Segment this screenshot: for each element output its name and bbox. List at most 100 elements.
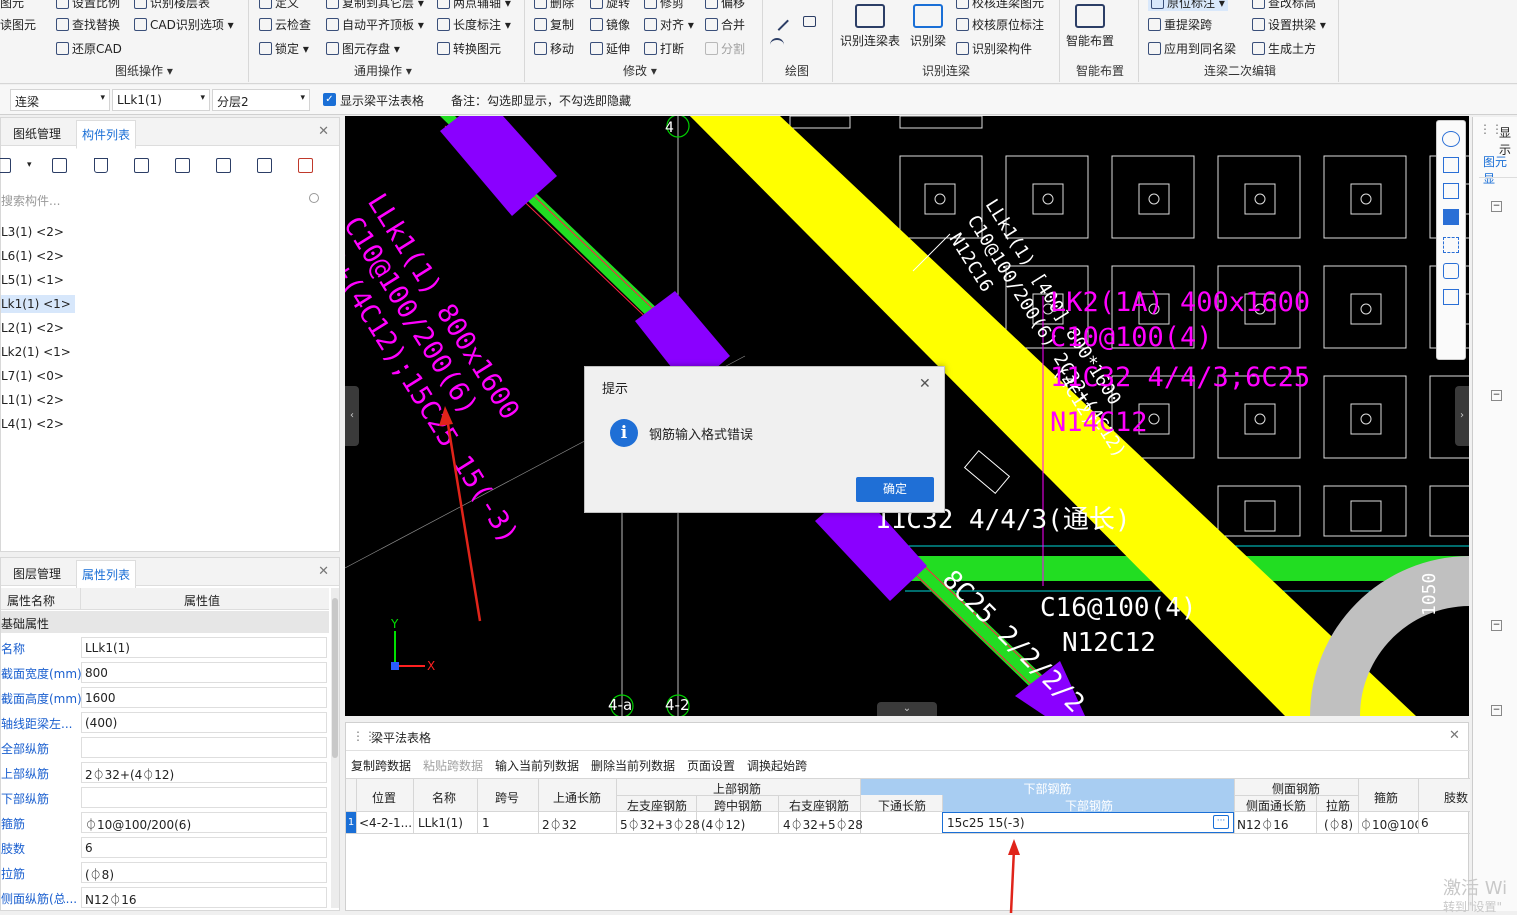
tab-property-list[interactable]: 属性列表 xyxy=(76,560,137,589)
scrollbar-thumb[interactable] xyxy=(332,598,338,758)
list-item[interactable]: L3(1) <2> xyxy=(1,223,64,241)
property-value-field[interactable]: 6 xyxy=(81,837,327,858)
auto-align-slab-button[interactable]: 自动平齐顶板 ▾ xyxy=(326,16,424,33)
cell-right-seat[interactable]: 4⏀32+5⏀28 xyxy=(783,816,863,833)
type-select[interactable]: 连梁 ▾ xyxy=(10,89,110,111)
solid-view-icon[interactable] xyxy=(1443,209,1459,225)
list-item[interactable]: L6(1) <2> xyxy=(1,247,64,265)
cell-pos[interactable]: <4-2-1... xyxy=(359,816,412,830)
property-value-field[interactable]: 2⏀32+(4⏀12) xyxy=(81,762,327,783)
read-element-button[interactable]: 读图元 xyxy=(0,16,36,33)
length-dimension-button[interactable]: 长度标注 ▾ xyxy=(437,16,511,33)
property-scrollbar[interactable] xyxy=(331,588,339,908)
tab-component-list[interactable]: 构件列表 xyxy=(76,120,137,149)
page-setup-button[interactable]: 页面设置 xyxy=(687,757,735,774)
search-component-icon[interactable] xyxy=(175,158,190,173)
identify-beam-component-button[interactable]: 识别梁构件 xyxy=(956,40,1032,57)
merge-button[interactable]: 合并 xyxy=(705,16,745,33)
filter-icon[interactable] xyxy=(298,158,313,173)
copy-component-icon[interactable] xyxy=(52,158,67,173)
move-button[interactable]: 移动 xyxy=(534,40,574,57)
property-value-field[interactable] xyxy=(81,787,327,808)
layer-select[interactable]: 分层2 ▾ xyxy=(212,89,310,111)
break-button[interactable]: 打断 xyxy=(644,40,684,57)
collapse-right-handle[interactable]: › xyxy=(1455,386,1469,446)
list-view-icon[interactable] xyxy=(257,158,272,173)
identify-beam-table-button[interactable]: 识别连梁表 xyxy=(840,4,900,49)
group-label-general-ops[interactable]: 通用操作 ▾ xyxy=(354,62,412,79)
set-scale-button[interactable]: 设置比例 xyxy=(56,0,120,11)
cell-stirrup[interactable]: ⏀10@10C xyxy=(1360,816,1418,833)
cube-view-icon[interactable] xyxy=(1443,183,1459,199)
collapse-toggle[interactable]: − xyxy=(1491,705,1502,716)
ribbon-item-tuyuan[interactable]: 图元 xyxy=(0,0,24,11)
cell-side-through[interactable]: N12⏀16 xyxy=(1237,816,1289,833)
property-value-field[interactable] xyxy=(81,737,327,758)
list-item[interactable]: L5(1) <1> xyxy=(1,271,64,289)
search-box[interactable]: 搜索构件... xyxy=(1,188,331,210)
cloud-check-button[interactable]: 云检查 xyxy=(259,16,311,33)
chevron-down-icon[interactable]: ▾ xyxy=(27,160,32,170)
copy-to-layer-button[interactable]: 复制到其它层 ▾ xyxy=(326,0,424,11)
component-select[interactable]: LLk1(1) ▾ xyxy=(112,89,210,111)
list-item[interactable]: Lk1(1) <1> xyxy=(1,295,75,313)
cell-tie[interactable]: (⏀8) xyxy=(1324,816,1353,833)
delete-column-button[interactable]: 删除当前列数据 xyxy=(591,757,675,774)
delete-component-icon[interactable] xyxy=(94,158,108,173)
fit-view-icon[interactable] xyxy=(1443,237,1459,253)
identify-floor-table-button[interactable]: 识别楼层表 xyxy=(134,0,210,11)
layer-view-icon[interactable] xyxy=(1443,263,1459,279)
tab-drawing-management[interactable]: 图纸管理 xyxy=(13,125,61,142)
convert-element-button[interactable]: 转换图元 xyxy=(437,40,501,57)
swap-start-span-button[interactable]: 调换起始跨 xyxy=(747,757,807,774)
duplicate-icon[interactable] xyxy=(134,158,149,173)
define-button[interactable]: 定义 xyxy=(259,0,299,11)
collapse-toggle[interactable]: − xyxy=(1491,390,1502,401)
cell-top-through[interactable]: 2⏀32 xyxy=(542,816,577,833)
check-elevation-button[interactable]: 查改标高 xyxy=(1252,0,1316,11)
rect-draw-icon[interactable] xyxy=(803,16,816,27)
ok-button[interactable]: 确定 xyxy=(856,477,934,502)
property-value-field[interactable]: 800 xyxy=(81,662,327,683)
check-beam-element-button[interactable]: 校核连梁图元 xyxy=(956,0,1044,11)
collapse-bottom-handle[interactable]: ⌄ xyxy=(877,702,937,716)
re-extract-span-button[interactable]: 重提梁跨 xyxy=(1148,16,1212,33)
row-index[interactable]: 1 xyxy=(346,812,356,833)
list-item[interactable]: L2(1) <2> xyxy=(1,319,64,337)
find-replace-button[interactable]: 查找替换 xyxy=(56,16,120,33)
close-icon[interactable]: ✕ xyxy=(1449,728,1460,743)
cell-span[interactable]: 1 xyxy=(482,816,490,830)
offset-button[interactable]: 偏移 xyxy=(705,0,745,11)
lock-button[interactable]: 锁定 ▾ xyxy=(259,40,309,57)
close-icon[interactable]: ✕ xyxy=(318,124,329,139)
copy-span-button[interactable]: 复制跨数据 xyxy=(351,757,411,774)
list-item[interactable]: L7(1) <0> xyxy=(1,367,64,385)
collapse-left-handle[interactable]: ‹ xyxy=(345,386,359,446)
property-value-field[interactable]: LLk1(1) xyxy=(81,637,327,658)
close-icon[interactable]: ✕ xyxy=(318,564,329,579)
property-value-field[interactable]: (400) xyxy=(81,712,327,733)
arc-draw-icon[interactable] xyxy=(770,38,784,50)
table-row[interactable]: 1 <4-2-1... LLk1(1) 1 2⏀32 5⏀32+3⏀28 (4⏀… xyxy=(346,812,1470,834)
edit-component-icon[interactable] xyxy=(216,158,231,173)
in-situ-mark-button[interactable]: 原位标注 ▾ xyxy=(1148,0,1228,11)
list-item[interactable]: L1(1) <2> xyxy=(1,391,64,409)
group-label-modify[interactable]: 修改 ▾ xyxy=(623,62,657,79)
new-component-icon[interactable] xyxy=(0,158,11,173)
group-label-drawing-ops[interactable]: 图纸操作 ▾ xyxy=(115,62,173,79)
collapse-toggle[interactable]: − xyxy=(1491,620,1502,631)
extend-button[interactable]: 延伸 xyxy=(590,40,630,57)
bottom-bar-input[interactable]: 15c25 15(-3) ··· xyxy=(942,812,1234,833)
align-button[interactable]: 对齐 ▾ xyxy=(644,16,694,33)
property-value-field[interactable]: 1600 xyxy=(81,687,327,708)
smart-layout-button[interactable]: 智能布置 xyxy=(1066,4,1114,49)
property-value-field[interactable]: (⏀8) xyxy=(81,862,327,883)
cell-mid[interactable]: (4⏀12) xyxy=(701,816,745,833)
save-element-button[interactable]: 图元存盘 ▾ xyxy=(326,40,400,57)
orbit-icon[interactable] xyxy=(1442,131,1460,147)
paste-span-button[interactable]: 粘贴跨数据 xyxy=(423,757,483,774)
list-item[interactable]: Lk2(1) <1> xyxy=(1,343,71,361)
delete-button[interactable]: 删除 xyxy=(534,0,574,11)
settings-view-icon[interactable] xyxy=(1443,289,1459,305)
generate-earthwork-button[interactable]: 生成土方 xyxy=(1252,40,1316,57)
